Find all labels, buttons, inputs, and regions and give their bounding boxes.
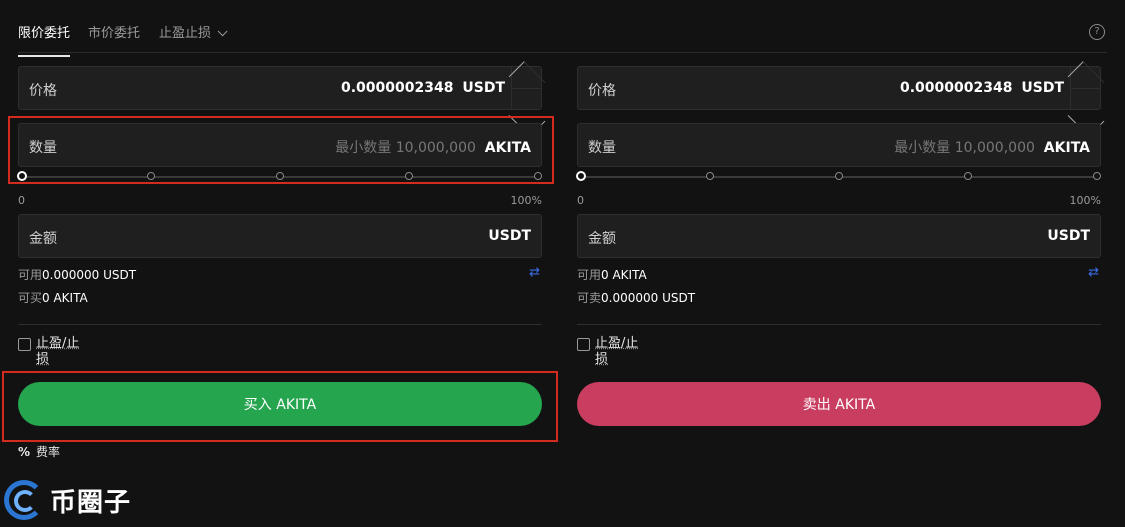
sell-price-increase-button[interactable] [1067, 61, 1105, 98]
sell-can-sell: 可卖0.000000 USDT [577, 289, 695, 306]
slider-step-50[interactable] [276, 172, 284, 180]
buy-button[interactable]: 买入 AKITA [18, 382, 542, 426]
buy-available-value: 0.000000 USDT [42, 268, 137, 282]
sell-panel: 价格 0.0000002348 USDT 数量 最小数量 10,000,000 … [576, 61, 1105, 466]
watermark-logo: 币圈子 [0, 478, 160, 522]
slider-step-75[interactable] [405, 172, 413, 180]
buy-quantity-label: 数量 [29, 140, 57, 156]
percent-icon: % [18, 445, 31, 459]
sell-quantity-field[interactable]: 数量 最小数量 10,000,000 AKITA [577, 123, 1101, 167]
divider [18, 324, 542, 325]
buy-available: 可用0.000000 USDT [18, 266, 136, 283]
buy-price-value: 0.0000002348 [340, 80, 454, 96]
buy-quantity-field[interactable]: 数量 最小数量 10,000,000 AKITA [18, 123, 542, 167]
fee-rate-label: 费率 [36, 445, 61, 459]
order-type-tabs: 限价委托 市价委托 止盈止损 ? [18, 14, 1107, 57]
sell-price-stepper [1067, 61, 1105, 137]
sell-available-label: 可用 [577, 268, 602, 282]
slider-step-25[interactable] [147, 172, 155, 180]
sell-amount-field[interactable]: 金额 USDT [577, 214, 1101, 258]
slider-step-25[interactable] [706, 172, 714, 180]
sell-quantity-unit: AKITA [1043, 140, 1090, 156]
sell-available-value: 0 AKITA [601, 268, 647, 282]
sell-tp-sl-label: 止盈/止损 [595, 336, 639, 367]
buy-price-stepper [508, 61, 546, 137]
sell-price-unit: USDT [1021, 80, 1064, 96]
slider-step-100[interactable] [534, 172, 542, 180]
buy-price-label: 价格 [29, 83, 57, 99]
sell-price-decrease-button[interactable] [1067, 88, 1105, 137]
buy-quantity-unit: AKITA [484, 140, 531, 156]
sell-price-field[interactable]: 价格 0.0000002348 USDT [577, 61, 1105, 137]
slider-step-100[interactable] [1093, 172, 1101, 180]
divider [577, 324, 1101, 325]
slider-step-75[interactable] [964, 172, 972, 180]
buy-available-label: 可用 [18, 268, 43, 282]
sell-available: 可用0 AKITA [577, 266, 647, 283]
slider-handle[interactable] [576, 171, 586, 181]
logo-mark-inner-icon [14, 490, 36, 512]
tab-stop-order[interactable]: 止盈止损 [159, 22, 228, 41]
buy-percent-slider[interactable] [17, 171, 542, 183]
sell-can-sell-label: 可卖 [577, 291, 602, 305]
sell-percent-min: 0 [577, 194, 584, 207]
buy-amount-label: 金额 [29, 231, 57, 247]
slider-step-50[interactable] [835, 172, 843, 180]
tab-stop-order-label: 止盈止损 [159, 26, 212, 41]
buy-panel: 价格 0.0000002348 USDT 数量 最小数量 10,000,000 … [17, 61, 546, 466]
sell-price-value: 0.0000002348 [899, 80, 1013, 96]
help-icon[interactable]: ? [1089, 24, 1105, 40]
sell-quantity-label: 数量 [588, 140, 616, 156]
buy-tp-sl-label: 止盈/止损 [36, 336, 80, 367]
tab-limit-order[interactable]: 限价委托 [18, 22, 71, 57]
swap-arrows-icon[interactable]: ⇄ [529, 265, 540, 280]
buy-can-buy-label: 可买 [18, 291, 43, 305]
slider-handle[interactable] [17, 171, 27, 181]
sell-price-label: 价格 [588, 83, 616, 99]
buy-can-buy-value: 0 AKITA [42, 291, 88, 305]
buy-amount-field[interactable]: 金额 USDT [18, 214, 542, 258]
buy-percent-min: 0 [18, 194, 25, 207]
buy-amount-unit: USDT [488, 228, 531, 244]
tab-market-order[interactable]: 市价委托 [88, 22, 140, 41]
sell-can-sell-value: 0.000000 USDT [601, 291, 696, 305]
sell-amount-unit: USDT [1047, 228, 1090, 244]
buy-can-buy: 可买0 AKITA [18, 289, 88, 306]
buy-price-increase-button[interactable] [508, 61, 546, 98]
buy-price-decrease-button[interactable] [508, 88, 546, 137]
sell-amount-label: 金额 [588, 231, 616, 247]
buy-percent-max: 100% [510, 194, 542, 207]
sell-percent-max: 100% [1069, 194, 1101, 207]
buy-price-unit: USDT [462, 80, 505, 96]
swap-arrows-icon[interactable]: ⇄ [1088, 265, 1099, 280]
watermark-text: 币圈子 [50, 488, 132, 518]
buy-tp-sl-checkbox[interactable] [18, 338, 31, 351]
sell-button[interactable]: 卖出 AKITA [577, 382, 1101, 426]
sell-tp-sl-checkbox[interactable] [577, 338, 590, 351]
buy-quantity-placeholder: 最小数量 10,000,000 [335, 140, 476, 156]
sell-quantity-placeholder: 最小数量 10,000,000 [894, 140, 1035, 156]
sell-percent-slider[interactable] [576, 171, 1101, 183]
fee-rate[interactable]: % 费率 [18, 443, 60, 460]
buy-price-field[interactable]: 价格 0.0000002348 USDT [18, 61, 546, 137]
chevron-down-icon [217, 26, 228, 37]
